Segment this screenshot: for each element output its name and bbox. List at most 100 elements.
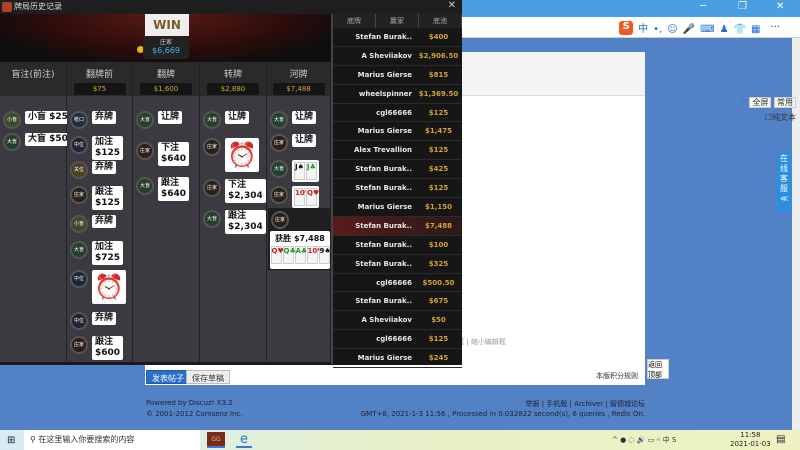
winner-name: Marius Gierse bbox=[357, 70, 412, 79]
pot-amount: $500.50 bbox=[422, 278, 455, 287]
playing-card: Q♥ bbox=[270, 246, 284, 264]
notification-icon[interactable]: ▤ bbox=[776, 434, 785, 445]
online-service-tab[interactable]: 在线客服 ≪ bbox=[777, 152, 791, 212]
history-row[interactable]: Stefan Burak.. $7,488 bbox=[333, 216, 462, 236]
history-row[interactable]: Marius Gierse $245 bbox=[333, 349, 462, 369]
minimize-button[interactable]: ─ bbox=[700, 1, 706, 12]
action-bubble: 让牌 bbox=[225, 111, 250, 124]
ime-item[interactable]: ⌨ bbox=[700, 24, 714, 35]
maximize-button[interactable]: ❐ bbox=[738, 1, 747, 12]
action-item: 大盲 让牌 bbox=[136, 111, 183, 129]
action-item: 小盲 弃牌 bbox=[70, 215, 117, 233]
pot-amount: $7,488 bbox=[424, 221, 452, 230]
save-draft-button[interactable]: 保存草稿 bbox=[186, 370, 230, 384]
position-badge: 中位 bbox=[70, 270, 88, 288]
action-bubble: 弃牌 bbox=[92, 215, 117, 228]
position-badge: 庄家 bbox=[70, 186, 88, 204]
ime-item[interactable]: ☺ bbox=[667, 24, 677, 35]
street-name: 翻牌前 bbox=[85, 70, 113, 80]
action-item: 庄家 让牌 bbox=[270, 134, 317, 152]
ime-item[interactable]: 中 bbox=[638, 24, 648, 35]
collapse-icon[interactable]: ≪ bbox=[777, 194, 791, 204]
history-row[interactable]: A Sheviiakov $50 bbox=[333, 311, 462, 331]
close-window-button[interactable]: ✕ bbox=[448, 0, 456, 11]
post-button[interactable]: 发表帖子 bbox=[146, 370, 190, 384]
history-row[interactable]: Stefan Burak.. $400 bbox=[333, 28, 462, 47]
street-header: 翻牌前 $75 bbox=[67, 62, 132, 96]
clock[interactable]: 11:58 2021-01-03 bbox=[730, 431, 771, 449]
common-button[interactable]: 常用 bbox=[774, 97, 796, 108]
action-item: 庄家 下注 $2,304 bbox=[203, 179, 266, 203]
history-row[interactable]: Stefan Burak.. $675 bbox=[333, 292, 462, 312]
pot-amount: $1,150 bbox=[424, 202, 452, 211]
position-badge: 庄家 bbox=[203, 179, 221, 197]
history-row[interactable]: wheelspinner $1,369.50 bbox=[333, 85, 462, 104]
street-column: 翻牌 $1,600 大盲 让牌 庄家 下注 $640 大盲 跟注 $640 bbox=[133, 62, 200, 362]
winner-name: A Sheviiakov bbox=[361, 316, 412, 325]
history-row[interactable]: Marius Gierse $1,150 bbox=[333, 198, 462, 217]
pot-amount: $1,369.50 bbox=[418, 89, 459, 98]
plaintext-checkbox[interactable]: ☐ bbox=[765, 113, 772, 122]
history-row[interactable]: Marius Gierse $1,475 bbox=[333, 122, 462, 142]
hand-history-list: 底牌 赢家 底池 Stefan Burak.. $400 A Sheviiakov $… bbox=[333, 14, 462, 369]
ime-item[interactable]: 👕 bbox=[734, 24, 746, 35]
undo-icon[interactable]: ↶ bbox=[740, 98, 747, 107]
winner-name: cgl66666 bbox=[376, 278, 412, 287]
fullscreen-button[interactable]: 全屏 bbox=[749, 97, 772, 108]
more-button[interactable]: ··· bbox=[770, 22, 780, 33]
playing-card: Q♥ bbox=[306, 188, 319, 206]
playing-card: J♣ bbox=[306, 162, 317, 180]
history-row[interactable]: cgl66666 $125 bbox=[333, 104, 462, 123]
street-column: 盲注(前注) 小盲 小盲 $25 大盲 大盲 $50 bbox=[0, 62, 71, 362]
winner-name: Stefan Burak.. bbox=[355, 221, 412, 230]
action-item: 小盲 小盲 $25 bbox=[3, 111, 71, 129]
street-header: 翻牌 $1,600 bbox=[133, 62, 199, 96]
score-rules-link[interactable]: 本版积分规则 bbox=[596, 371, 638, 381]
edge-browser-icon[interactable]: e bbox=[236, 432, 252, 448]
footer-links[interactable]: 举报 | 手机版 | Archiver | 智德城论坛 bbox=[526, 399, 646, 409]
ime-items[interactable]: 中 •, ☺ 🎤 ⌨ ♟ 👕 ▦ bbox=[638, 20, 765, 35]
playing-card: J♠ bbox=[294, 162, 305, 180]
winner-name: Stefan Burak.. bbox=[355, 165, 412, 174]
poker-app-icon[interactable]: GG bbox=[207, 432, 225, 448]
action-item: 枪口 弃牌 bbox=[70, 111, 117, 129]
position-badge: 庄家 bbox=[270, 186, 288, 204]
history-row[interactable]: Stefan Burak.. $100 bbox=[333, 236, 462, 255]
street-name: 河牌 bbox=[289, 70, 308, 80]
ime-item[interactable]: •, bbox=[653, 24, 662, 35]
windows-start-icon[interactable]: ⊞ bbox=[7, 435, 15, 446]
position-badge: 庄家 bbox=[270, 134, 288, 152]
dealer-stack: $6,669 bbox=[152, 46, 180, 55]
taskbar-search[interactable]: ⚲ 在这里输入你要搜索的内容 bbox=[24, 430, 200, 450]
history-row[interactable]: Stefan Burak.. $425 bbox=[333, 160, 462, 180]
close-button[interactable]: ✕ bbox=[776, 1, 784, 12]
pot-amount: $815 bbox=[428, 70, 449, 79]
redo-icon[interactable]: ↷ bbox=[756, 113, 763, 122]
back-to-top-button[interactable]: 返回顶部 bbox=[647, 359, 669, 379]
hand-history-window: 牌局历史记录 ✕ WIN 庄家 $6,669 盲注(前注) 小盲 小盲 $25 大盲 大盲… bbox=[0, 0, 462, 369]
ime-item[interactable]: 🎤 bbox=[683, 24, 695, 35]
ime-item[interactable]: ▦ bbox=[751, 24, 760, 35]
ime-toolbar[interactable]: S 中 •, ☺ 🎤 ⌨ ♟ 👕 ▦ ··· bbox=[619, 20, 780, 35]
system-tray[interactable]: ^ ● ◌ 🔊 ▭ 𝄐 中 S bbox=[612, 435, 676, 445]
winner-name: Marius Gierse bbox=[357, 127, 412, 136]
action-item: 大盲 跟注 $2,304 bbox=[203, 210, 266, 234]
street-pot: $7,488 bbox=[272, 83, 325, 95]
position-badge: 庄家 bbox=[203, 138, 221, 156]
action-bubble: 跟注 $640 bbox=[158, 177, 190, 201]
date: 2021-01-03 bbox=[730, 440, 771, 448]
history-row[interactable]: cgl66666 $125 bbox=[333, 330, 462, 350]
history-row[interactable]: Stefan Burak.. $125 bbox=[333, 179, 462, 199]
street-column: 翻牌前 $75 枪口 弃牌 中位 加注 $125 关位 弃牌 庄家 跟注 $125 小盲 弃牌 大盲 加注… bbox=[67, 62, 133, 362]
copyright: © 2001-2012 Comsenz Inc. bbox=[146, 410, 243, 418]
header-hole-cards: 底牌 bbox=[333, 14, 376, 28]
ime-item[interactable]: ♟ bbox=[720, 24, 729, 35]
action-bubble: 跟注 $600 bbox=[92, 336, 124, 360]
history-row[interactable]: Stefan Burak.. $325 bbox=[333, 255, 462, 274]
history-row[interactable]: A Sheviiakov $2,906.50 bbox=[333, 47, 462, 66]
history-row[interactable]: Alex Trevallion $125 bbox=[333, 141, 462, 161]
history-row[interactable]: cgl66666 $500.50 bbox=[333, 274, 462, 293]
powered-by: Powered by Discuz! X3.2 bbox=[146, 399, 233, 407]
history-row[interactable]: Marius Gierse $815 bbox=[333, 66, 462, 85]
position-badge: 小盲 bbox=[3, 111, 21, 129]
